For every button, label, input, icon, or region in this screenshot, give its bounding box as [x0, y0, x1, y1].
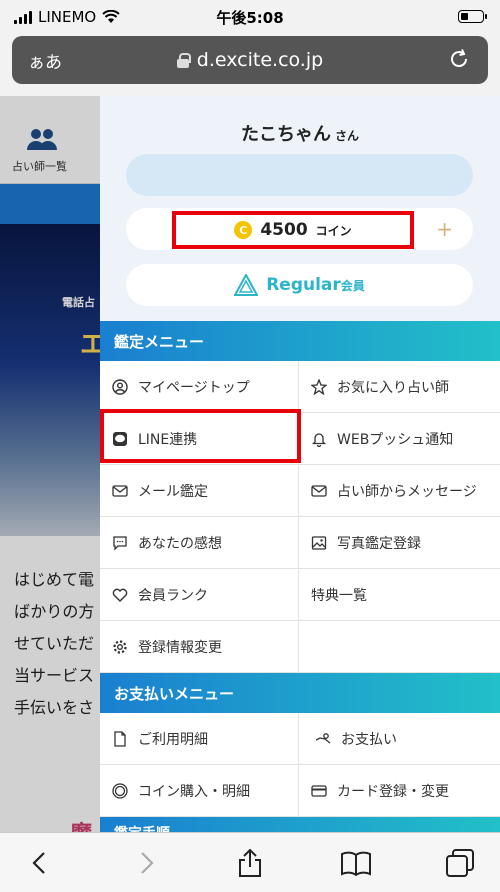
triangle-logo-icon — [234, 274, 259, 296]
photo-icon — [311, 535, 327, 550]
heart-icon — [112, 588, 128, 602]
card-icon — [311, 784, 327, 797]
menu-item-label: 写真鑑定登録 — [337, 535, 421, 552]
lock-icon — [176, 52, 191, 68]
menu-item-account-settings[interactable]: 登録情報変更 — [100, 621, 299, 673]
menu-item-card-registration[interactable]: カード登録・変更 — [299, 765, 500, 817]
forward-icon[interactable] — [130, 847, 162, 879]
menu-item-messages[interactable]: 占い師からメッセージ — [299, 465, 500, 517]
user-name: たこちゃん さん — [240, 124, 359, 145]
menu-item-label: お支払い — [341, 731, 397, 748]
menu-item-label: あなたの感想 — [138, 535, 222, 552]
menu-item-member-rank[interactable]: 会員ランク — [100, 569, 299, 621]
menu-item-favorites[interactable]: お気に入り占い師 — [299, 361, 500, 413]
profile-panel: たこちゃん さん C 4500 コイン + Regular会員 — [100, 96, 500, 321]
share-icon[interactable] — [234, 847, 266, 879]
signal-icon — [14, 10, 32, 24]
menu-item-line[interactable]: LINE連携 — [100, 413, 299, 465]
menu-item-label: コイン購入・明細 — [138, 783, 250, 800]
carrier-label: LINEMO — [38, 8, 97, 26]
bell-icon — [311, 432, 327, 447]
menu-item-mypage[interactable]: マイページトップ — [100, 361, 299, 413]
user-circle-icon — [112, 378, 128, 395]
menu-item-label: 登録情報変更 — [138, 639, 222, 656]
battery-icon — [458, 10, 487, 23]
mail-icon — [311, 484, 327, 497]
mail-icon — [112, 484, 128, 497]
menu-item-benefits[interactable]: 特典一覧 — [299, 569, 500, 621]
fortune-menu-grid: マイページトップ お気に入り占い師 LINE連携 WEBプッシュ通知 メール鑑定… — [100, 361, 500, 673]
menu-item-payment[interactable]: お支払い — [299, 713, 500, 765]
fortune-menu-header: 鑑定メニュー — [100, 321, 500, 361]
user-id-blurred — [126, 154, 473, 196]
browser-toolbar — [0, 832, 500, 892]
menu-item-label: 特典一覧 — [311, 587, 367, 604]
menu-item-label: お気に入り占い師 — [337, 379, 449, 396]
menu-item-label: カード登録・変更 — [337, 783, 449, 800]
tabs-icon[interactable] — [444, 847, 476, 879]
hand-pay-icon — [315, 732, 331, 744]
line-icon — [113, 431, 127, 446]
menu-item-reviews[interactable]: あなたの感想 — [100, 517, 299, 569]
menu-item-web-push[interactable]: WEBプッシュ通知 — [299, 413, 500, 465]
menu-item-mail-reading[interactable]: メール鑑定 — [100, 465, 299, 517]
menu-item-empty — [299, 621, 500, 673]
coin-icon — [112, 782, 128, 799]
coin-amount: 4500 — [260, 220, 308, 240]
bookmarks-icon[interactable] — [340, 847, 372, 879]
menu-item-label: 占い師からメッセージ — [337, 483, 477, 500]
procedure-menu-header: 鑑定手順 — [100, 817, 500, 832]
overlay-dim[interactable] — [0, 96, 100, 832]
payment-menu-grid: ご利用明細 お支払い コイン購入・明細 カード登録・変更 — [100, 713, 500, 817]
url-display[interactable]: d.excite.co.jp — [12, 49, 488, 71]
coin-balance-pill[interactable]: C 4500 コイン + — [126, 208, 473, 250]
add-coins-button[interactable]: + — [436, 217, 453, 241]
menu-item-label: WEBプッシュ通知 — [337, 431, 454, 448]
coin-icon: C — [234, 221, 253, 239]
payment-menu-header: お支払いメニュー — [100, 673, 500, 713]
menu-item-label: LINE連携 — [138, 431, 198, 448]
menu-item-label: メール鑑定 — [138, 483, 208, 500]
coin-unit: コイン — [315, 223, 352, 238]
menu-item-coin-purchase[interactable]: コイン購入・明細 — [100, 765, 299, 817]
document-icon — [114, 730, 126, 747]
status-bar: LINEMO 午後5:08 — [0, 0, 500, 34]
member-rank-pill[interactable]: Regular会員 — [126, 264, 473, 306]
member-rank-label: Regular会員 — [266, 275, 365, 295]
menu-item-label: 会員ランク — [138, 587, 208, 604]
menu-item-usage-details[interactable]: ご利用明細 — [100, 713, 299, 765]
wifi-icon — [102, 10, 120, 23]
domain-text: d.excite.co.jp — [196, 49, 324, 71]
comment-icon — [113, 535, 127, 551]
menu-item-photo-reading[interactable]: 写真鑑定登録 — [299, 517, 500, 569]
address-bar[interactable]: ぁあ d.excite.co.jp — [12, 36, 488, 84]
reload-icon[interactable] — [448, 48, 470, 70]
menu-item-label: ご利用明細 — [138, 731, 208, 748]
text-size-button[interactable]: ぁあ — [28, 48, 62, 73]
side-menu: たこちゃん さん C 4500 コイン + Regular会員 鑑定メニュー マ… — [100, 96, 500, 832]
menu-item-label: マイページトップ — [138, 379, 250, 396]
star-icon — [311, 378, 327, 395]
coin-balance-highlight: C 4500 コイン — [172, 211, 414, 249]
gear-icon — [113, 639, 127, 654]
back-icon[interactable] — [24, 847, 56, 879]
